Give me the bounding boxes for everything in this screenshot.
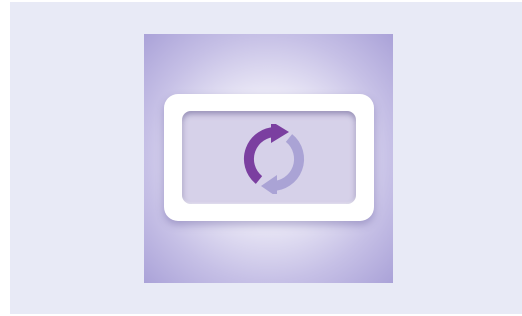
sync-arrowhead-primary	[271, 124, 289, 143]
sync-icon	[243, 124, 305, 194]
sync-arrowhead-secondary	[261, 175, 277, 194]
app-icon-tile[interactable]	[144, 34, 393, 283]
canvas-background	[10, 2, 522, 314]
device-screen	[182, 111, 356, 204]
device-frame	[164, 94, 374, 221]
